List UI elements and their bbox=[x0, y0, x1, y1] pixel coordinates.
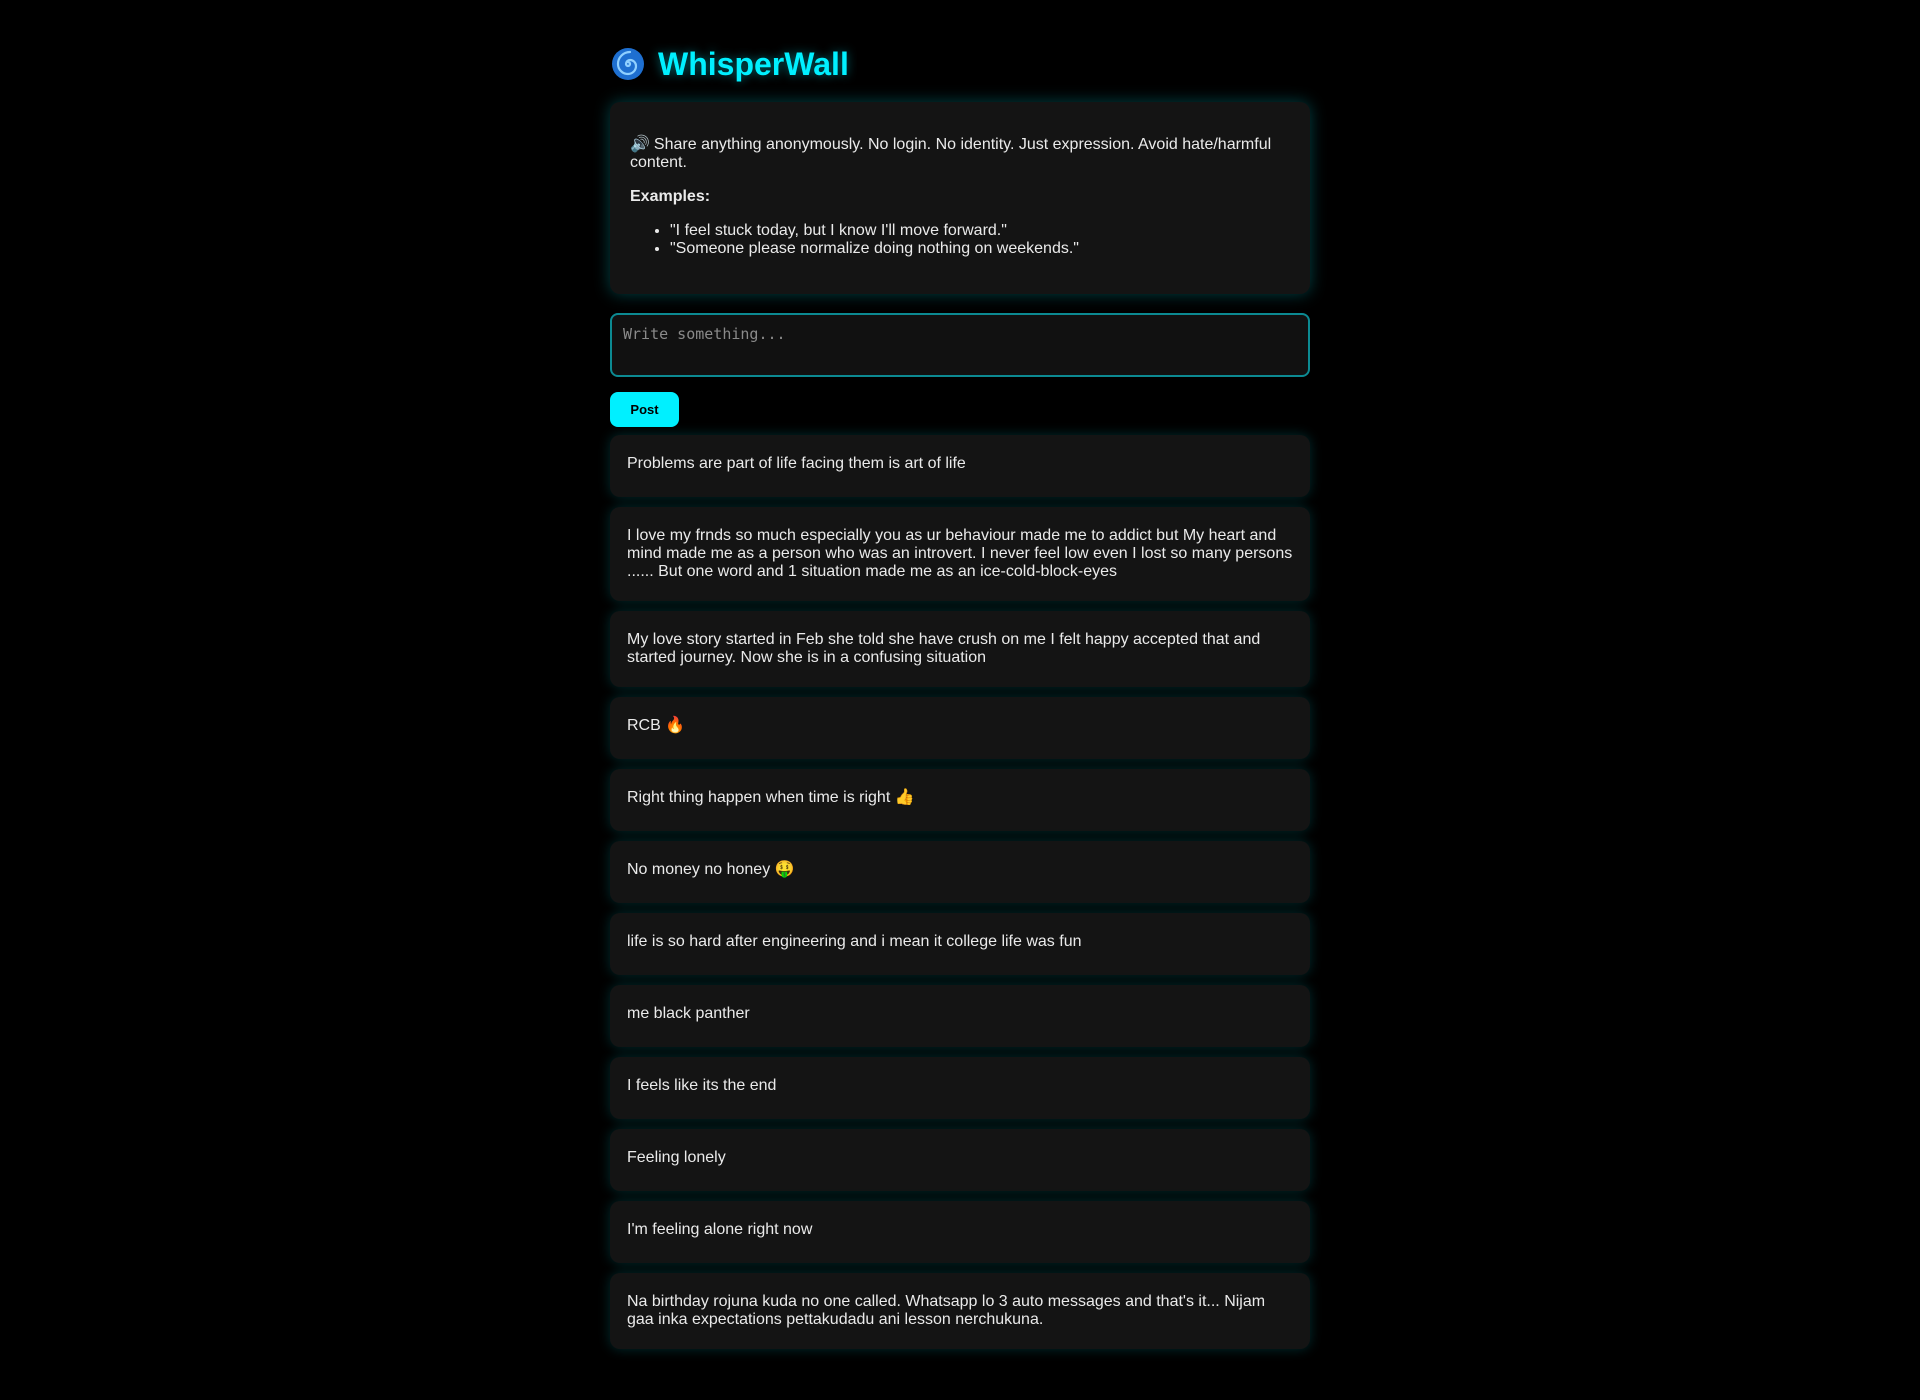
examples-heading: Examples: bbox=[630, 188, 711, 205]
app-container: WhisperWall 🔊 Share anything anonymously.… bbox=[610, 0, 1310, 1349]
posts-feed: Problems are part of life facing them is… bbox=[610, 435, 1310, 1359]
post-card: No money no honey 🤑 bbox=[610, 841, 1310, 903]
post-card: Na birthday rojuna kuda no one called. W… bbox=[610, 1273, 1310, 1349]
post-card: I love my frnds so much especially you a… bbox=[610, 507, 1310, 601]
post-card: me black panther bbox=[610, 985, 1310, 1047]
example-item: "Someone please normalize doing nothing … bbox=[670, 240, 1290, 258]
post-input[interactable] bbox=[610, 313, 1310, 377]
post-card: RCB 🔥 bbox=[610, 697, 1310, 759]
post-card: I'm feeling alone right now bbox=[610, 1201, 1310, 1263]
post-card: My love story started in Feb she told sh… bbox=[610, 611, 1310, 687]
post-button[interactable]: Post bbox=[610, 392, 679, 427]
page-title: WhisperWall bbox=[610, 0, 1310, 86]
post-card: Right thing happen when time is right 👍 bbox=[610, 769, 1310, 831]
speaker-icon: 🔊 bbox=[630, 136, 650, 153]
post-card: Feeling lonely bbox=[610, 1129, 1310, 1191]
cyclone-icon bbox=[610, 46, 646, 82]
app-name: WhisperWall bbox=[658, 45, 849, 82]
post-card: I feels like its the end bbox=[610, 1057, 1310, 1119]
intro-description: 🔊 Share anything anonymously. No login. N… bbox=[630, 136, 1290, 172]
intro-description-text: Share anything anonymously. No login. No… bbox=[630, 136, 1272, 171]
examples-list: "I feel stuck today, but I know I'll mov… bbox=[630, 222, 1290, 258]
post-card: Problems are part of life facing them is… bbox=[610, 435, 1310, 497]
post-card: life is so hard after engineering and i … bbox=[610, 913, 1310, 975]
intro-card: 🔊 Share anything anonymously. No login. N… bbox=[610, 102, 1310, 294]
example-item: "I feel stuck today, but I know I'll mov… bbox=[670, 222, 1290, 240]
